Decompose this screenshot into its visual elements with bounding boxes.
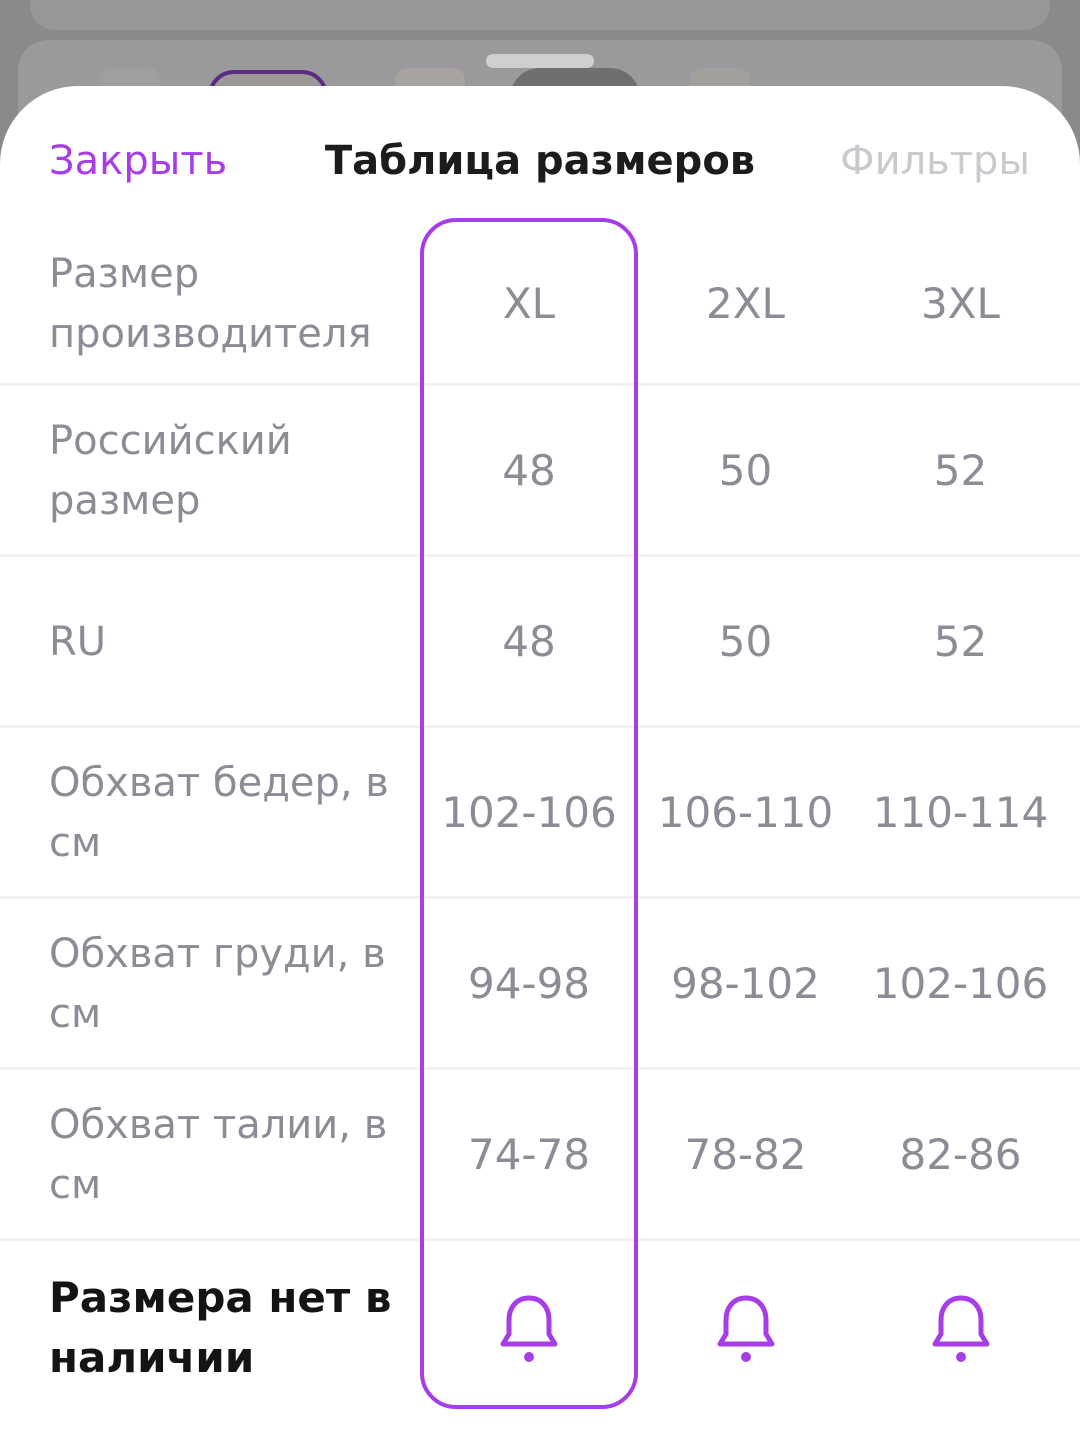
notify-button-3xl[interactable] [923,1290,999,1366]
table-cell [853,1240,1068,1416]
table-cell [420,1240,638,1416]
table-cell: 106-110 [657,788,834,837]
table-cell: 78-82 [684,1130,807,1179]
table-cell: 102-106 [872,959,1049,1008]
sheet-grabber-handle[interactable] [486,54,594,68]
out-of-stock-label: Размера нет в наличии [49,1273,392,1382]
table-row-chest: Обхват груди, в см 94-98 98-102 102-106 [0,898,1080,1070]
backdrop-card-top [30,0,1050,30]
table-row-availability: Размера нет в наличии [0,1240,1080,1416]
table-row-russian-size: Российский размер 48 50 52 [0,385,1080,557]
table-cell: 50 [718,617,773,666]
table-row-waist: Обхват талии, в см 74-78 78-82 82-86 [0,1069,1080,1241]
size-table: Размер производителя XL 2XL 3XL Российск… [0,222,1080,1416]
row-label: Размер производителя [49,250,372,357]
table-cell: 48 [502,617,556,666]
table-cell [638,1240,853,1416]
row-label: Обхват груди, в см [49,930,386,1037]
row-label: Обхват талии, в см [49,1101,388,1208]
notify-button-2xl[interactable] [708,1290,784,1366]
notify-button-xl[interactable] [491,1290,567,1366]
bell-icon [932,1295,989,1362]
size-cell-2xl[interactable]: 2XL [638,222,853,385]
size-cell-3xl[interactable]: 3XL [853,222,1068,385]
table-row-ru: RU 48 50 52 [0,556,1080,728]
size-chart-sheet: Закрыть Таблица размеров Фильтры Размер … [0,86,1080,1429]
table-cell: 50 [718,446,773,495]
table-cell: 74-78 [467,1130,591,1179]
table-cell: 98-102 [671,959,820,1008]
row-label: RU [49,618,107,665]
filters-button[interactable]: Фильтры [840,138,1030,184]
bell-icon [717,1295,774,1362]
row-label: Российский размер [49,417,292,524]
table-cell: 48 [502,446,556,495]
bell-icon [500,1295,558,1362]
table-row-hips: Обхват бедер, в см 102-106 106-110 110-1… [0,727,1080,899]
table-cell: 52 [933,446,988,495]
table-row-manufacturer-size: Размер производителя XL 2XL 3XL [0,222,1080,386]
table-cell: 94-98 [467,959,591,1008]
table-cell: 82-86 [899,1130,1022,1179]
table-cell: 110-114 [872,788,1049,837]
row-label: Обхват бедер, в см [49,759,389,866]
table-cell: 102-106 [441,788,617,837]
table-cell: 52 [933,617,988,666]
size-cell-xl[interactable]: XL [420,222,638,385]
